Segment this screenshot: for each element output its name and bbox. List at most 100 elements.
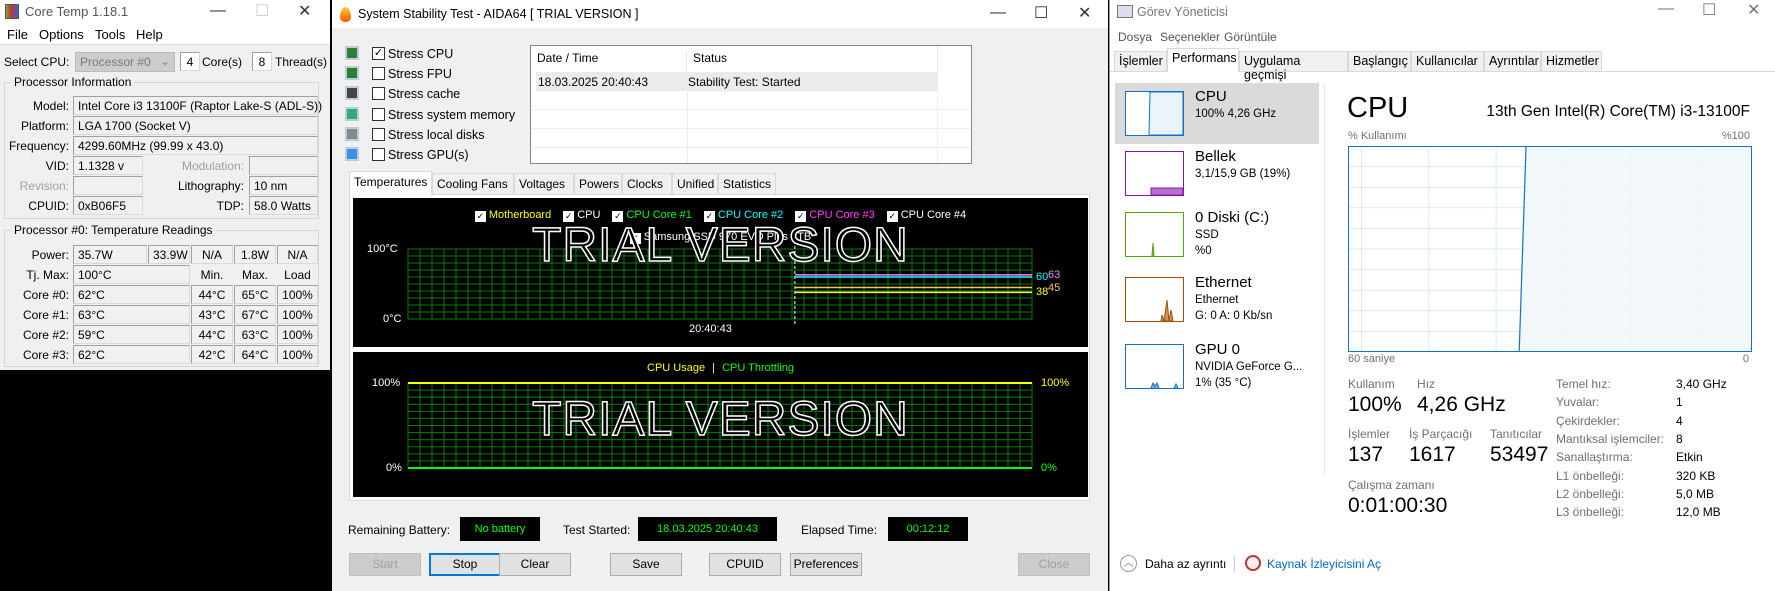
sidebar-item-detail2: G: 0 A: 0 Kb/sn: [1195, 310, 1273, 322]
tjmax-label: Tj. Max:: [26, 268, 69, 282]
stop-button[interactable]: Stop: [429, 553, 501, 576]
spec-label: L1 önbelleği:: [1556, 468, 1625, 483]
tab-powers[interactable]: Powers: [574, 173, 622, 194]
stress-checkbox[interactable]: [372, 87, 385, 101]
tab-6[interactable]: Hizmetler: [1541, 51, 1602, 71]
sidebar-item-4[interactable]: GPU 0 NVIDIA GeForce G... 1% (35 °C): [1115, 336, 1319, 397]
tab-temperatures[interactable]: Temperatures: [349, 171, 432, 195]
menu-file[interactable]: File: [7, 27, 28, 42]
sidebar-item-3[interactable]: Ethernet Ethernet G: 0 A: 0 Kb/sn: [1115, 269, 1319, 330]
processor-select-value: Processor #0: [80, 55, 151, 69]
cpu-chip-icon: [345, 46, 359, 60]
stress-label[interactable]: Stress FPU: [388, 67, 452, 81]
usage-value: 100%: [1348, 393, 1402, 416]
stress-checkbox[interactable]: [372, 127, 385, 141]
menu-tools[interactable]: Tools: [95, 27, 125, 42]
threads-label: İş Parçacığı: [1409, 427, 1473, 441]
close-button[interactable]: ✕: [1747, 0, 1760, 20]
stress-checkbox[interactable]: [372, 67, 385, 81]
elapsed-time-value: 00:12:12: [888, 517, 968, 541]
stress-label[interactable]: Stress local disks: [388, 128, 485, 142]
tab-cooling-fans[interactable]: Cooling Fans: [432, 173, 514, 194]
tab-5[interactable]: Ayrıntılar: [1484, 51, 1541, 71]
group-title: Processor #0: Temperature Readings: [11, 223, 216, 237]
clear-button[interactable]: Clear: [499, 553, 571, 576]
core-temp: 62°C: [73, 345, 190, 364]
processor-select[interactable]: Processor #0 ⌄: [75, 52, 175, 72]
maximize-button[interactable]: ☐: [1034, 3, 1048, 23]
sidebar-item-0[interactable]: CPU 100% 4,26 GHz: [1115, 83, 1319, 144]
graph-time-right: 0: [1742, 353, 1749, 365]
spec-value: 4: [1676, 413, 1683, 428]
thumbnail-graph: [1125, 91, 1184, 136]
menu-options[interactable]: Options: [39, 27, 84, 42]
core-max: 65°C: [234, 285, 276, 304]
log-header-status[interactable]: Status: [687, 51, 727, 65]
tab-voltages[interactable]: Voltages: [514, 173, 574, 194]
tab-clocks[interactable]: Clocks: [622, 173, 672, 194]
core-min: 43°C: [191, 305, 233, 324]
stress-checkbox[interactable]: [372, 148, 385, 161]
core-label: Core #1:: [22, 308, 69, 322]
stress-label[interactable]: Stress GPU(s): [388, 148, 469, 162]
cpu-model: 13th Gen Intel(R) Core(TM) i3-13100F: [1486, 103, 1750, 120]
close-button[interactable]: ✕: [1078, 3, 1091, 23]
current-value-label: 60: [1036, 271, 1049, 283]
spec-value: 320 KB: [1676, 468, 1716, 483]
spec-value: 8: [1676, 431, 1683, 446]
cpuid-button[interactable]: CPUID: [709, 553, 781, 576]
save-button[interactable]: Save: [610, 553, 682, 576]
revision-label: Revision:: [19, 179, 69, 193]
tab-2[interactable]: Uygulama geçmişi: [1239, 51, 1348, 82]
preferences-button[interactable]: Preferences: [790, 553, 862, 576]
core-load: 100%: [277, 305, 318, 324]
sidebar-item-detail: SSD: [1195, 229, 1219, 241]
menu-secenekler[interactable]: Seçenekler: [1160, 30, 1220, 44]
maximize-button[interactable]: ☐: [1702, 0, 1716, 20]
sidebar-item-name: Bellek: [1195, 148, 1236, 165]
maximize-button[interactable]: ☐: [255, 1, 269, 21]
stress-label[interactable]: Stress system memory: [388, 108, 515, 122]
start-button[interactable]: Start: [349, 553, 421, 576]
stress-label[interactable]: Stress cache: [388, 87, 460, 101]
sidebar-item-2[interactable]: 0 Diski (C:) SSD %0: [1115, 204, 1319, 265]
minimize-button[interactable]: —: [1658, 0, 1674, 18]
menu-dosya[interactable]: Dosya: [1118, 30, 1152, 44]
tab-1[interactable]: Performans: [1167, 48, 1239, 72]
sidebar-item-1[interactable]: Bellek 3,1/15,9 GB (19%): [1115, 143, 1319, 204]
minimize-button[interactable]: —: [990, 4, 1006, 22]
tab-4[interactable]: Kullanıcılar: [1411, 51, 1484, 71]
vid-value: 1.1328 v: [73, 156, 143, 175]
spec-label: L2 önbelleği:: [1556, 486, 1625, 501]
log-row[interactable]: 18.03.2025 20:40:43 Stability Test: Star…: [536, 72, 938, 91]
menu-bar: File Options Tools Help: [0, 24, 330, 45]
tab-statistics[interactable]: Statistics: [718, 173, 776, 194]
tab-3[interactable]: Başlangıç: [1348, 51, 1411, 71]
thumbnail-series: [1148, 92, 1183, 135]
taskmgr-icon: [1117, 5, 1133, 18]
stress-checkbox[interactable]: [372, 107, 385, 121]
stress-checkbox[interactable]: ✓: [372, 47, 385, 60]
time-label: 20:40:43: [689, 323, 732, 335]
stress-label[interactable]: Stress CPU: [388, 47, 453, 61]
fpu-chip-icon: [345, 66, 359, 81]
tab-unified[interactable]: Unified: [672, 173, 718, 194]
minimize-button[interactable]: —: [210, 2, 226, 20]
spec-label: L3 önbelleği:: [1556, 505, 1625, 520]
log-header-datetime[interactable]: Date / Time: [537, 51, 687, 71]
window-title: System Stability Test - AIDA64 [ TRIAL V…: [358, 7, 639, 21]
menu-help[interactable]: Help: [136, 27, 163, 42]
thumbnail-graph: [1125, 277, 1184, 322]
tdp-value: 58.0 Watts: [249, 196, 318, 215]
load-header: Load: [284, 268, 311, 282]
disk-drive-icon: [345, 126, 359, 141]
core-load: 100%: [277, 285, 318, 304]
menu-goruntule[interactable]: Görüntüle: [1224, 30, 1277, 44]
tab-0[interactable]: İşlemler: [1114, 51, 1167, 71]
elapsed-time-label: Elapsed Time:: [801, 523, 878, 537]
core-temp: 63°C: [73, 305, 190, 324]
task-manager-window: Görev Yöneticisi — ☐ ✕ Dosya Seçenekler …: [1109, 0, 1775, 591]
close-dialog-button[interactable]: Close: [1018, 553, 1090, 576]
close-button[interactable]: ✕: [298, 1, 311, 21]
sidebar-item-detail: NVIDIA GeForce G...: [1195, 361, 1303, 373]
